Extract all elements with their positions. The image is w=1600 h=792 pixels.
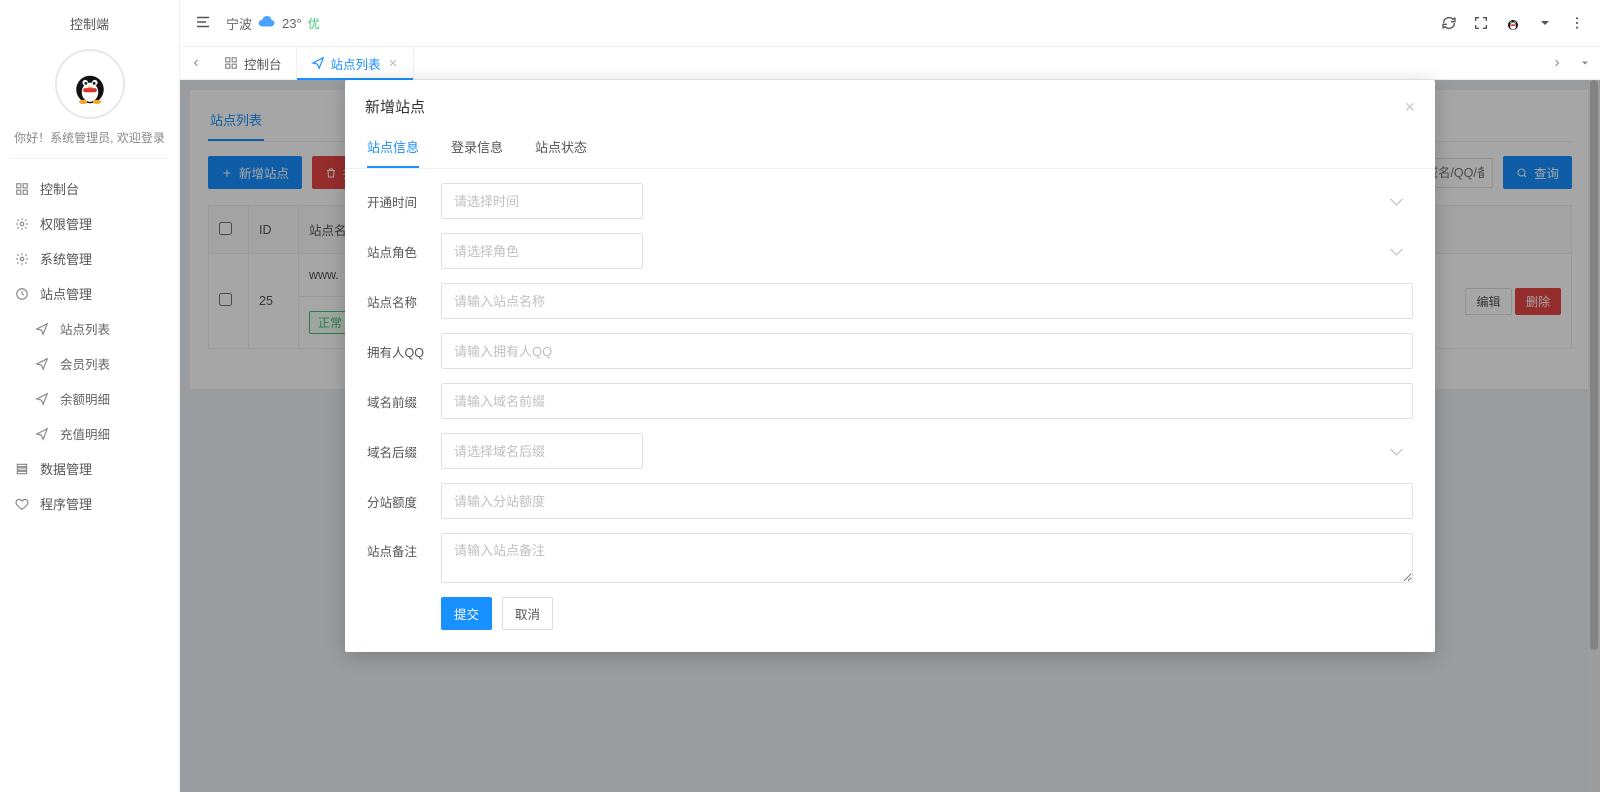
sidebar-nav: 控制台 权限管理 系统管理 站点管理 站点列表 会员列表 余额明细 充值明细 [0,167,179,525]
domain-suffix-select[interactable] [441,433,643,469]
nav-sites[interactable]: 站点管理 [0,276,179,311]
sidebar-title: 控制端 [0,0,179,43]
modal-tab-siteinfo[interactable]: 站点信息 [367,129,419,168]
label-owner-qq: 拥有人QQ [367,342,427,361]
greeting-text: 你好！系统管理员, 欢迎登录 [10,129,169,159]
quota-input[interactable] [441,483,1413,519]
weather-temp: 23° [282,16,302,31]
weather-widget: 宁波 23° 优 [226,13,320,34]
label-domain-suffix: 域名后缀 [367,442,427,461]
tab-scroll-left[interactable] [184,47,208,79]
modal-title: 新增站点 [365,96,425,117]
refresh-button[interactable] [1440,14,1458,32]
modal-tab-status[interactable]: 站点状态 [535,129,587,168]
dashboard-icon [14,181,30,197]
tab-sites[interactable]: 站点列表 [297,47,414,79]
nav-label: 权限管理 [40,214,92,233]
weather-city: 宁波 [226,14,252,33]
nav-label: 充值明细 [60,424,110,443]
subnav-recharge[interactable]: 充值明细 [0,416,179,451]
more-menu-button[interactable] [1568,14,1586,32]
modal-backdrop[interactable]: 新增站点 × 站点信息 登录信息 站点状态 开通时间 站点角色 站点名称 拥有人… [180,80,1600,792]
clock-icon [14,286,30,302]
gear-icon [14,216,30,232]
label-quota: 分站额度 [367,492,427,511]
tab-label: 控制台 [244,54,282,73]
data-icon [14,461,30,477]
avatar[interactable] [55,49,125,119]
nav-label: 站点管理 [40,284,92,303]
user-avatar-small[interactable] [1504,14,1522,32]
collapse-sidebar-button[interactable] [194,13,212,34]
modal-footer: 提交 取消 [367,597,1413,630]
tab-close-button[interactable] [387,57,399,69]
nav-label: 控制台 [40,179,79,198]
sidebar: 控制端 你好！系统管理员, 欢迎登录 控制台 权限管理 系统管理 [0,0,180,792]
fullscreen-button[interactable] [1472,14,1490,32]
domain-prefix-input[interactable] [441,383,1413,419]
nav-program[interactable]: 程序管理 [0,486,179,521]
tab-dropdown-button[interactable] [1574,52,1596,74]
modal-tabs: 站点信息 登录信息 站点状态 [345,129,1435,169]
nav-label: 数据管理 [40,459,92,478]
subnav-site-list[interactable]: 站点列表 [0,311,179,346]
subnav-balance[interactable]: 余额明细 [0,381,179,416]
label-remark: 站点备注 [367,533,427,560]
send-icon [34,321,50,337]
role-select[interactable] [441,233,643,269]
topbar: 宁波 23° 优 [180,0,1600,46]
tab-scroll-right[interactable] [1546,52,1568,74]
label-domain-prefix: 域名前缀 [367,392,427,411]
modal-close-button[interactable]: × [1404,98,1415,116]
nav-label: 站点列表 [60,319,110,338]
modal-body: 开通时间 站点角色 站点名称 拥有人QQ 域名前缀 域名后缀 [345,169,1435,652]
add-site-modal: 新增站点 × 站点信息 登录信息 站点状态 开通时间 站点角色 站点名称 拥有人… [345,80,1435,652]
submit-button[interactable]: 提交 [441,597,492,630]
dashboard-icon [224,56,238,70]
nav-data[interactable]: 数据管理 [0,451,179,486]
owner-qq-input[interactable] [441,333,1413,369]
cancel-button[interactable]: 取消 [502,597,553,630]
subnav-member-list[interactable]: 会员列表 [0,346,179,381]
cloud-icon [258,13,276,34]
avatar-wrapper [0,43,179,129]
label-open-time: 开通时间 [367,192,427,211]
nav-label: 余额明细 [60,389,110,408]
label-site-name: 站点名称 [367,292,427,311]
nav-label: 会员列表 [60,354,110,373]
heart-icon [14,496,30,512]
send-icon [311,56,325,70]
label-role: 站点角色 [367,242,427,261]
send-icon [34,426,50,442]
dropdown-caret-icon[interactable] [1536,14,1554,32]
site-name-input[interactable] [441,283,1413,319]
remark-textarea[interactable] [441,533,1413,583]
open-time-select[interactable] [441,183,643,219]
send-icon [34,391,50,407]
nav-label: 程序管理 [40,494,92,513]
tab-label: 站点列表 [331,54,381,73]
penguin-icon [68,62,112,106]
nav-label: 系统管理 [40,249,92,268]
nav-dashboard[interactable]: 控制台 [0,171,179,206]
weather-quality: 优 [308,15,320,32]
send-icon [34,356,50,372]
tab-dashboard[interactable]: 控制台 [210,47,297,79]
tabs-row: 控制台 站点列表 [180,46,1600,80]
nav-permission[interactable]: 权限管理 [0,206,179,241]
gear-icon [14,251,30,267]
nav-system[interactable]: 系统管理 [0,241,179,276]
modal-tab-logininfo[interactable]: 登录信息 [451,129,503,168]
